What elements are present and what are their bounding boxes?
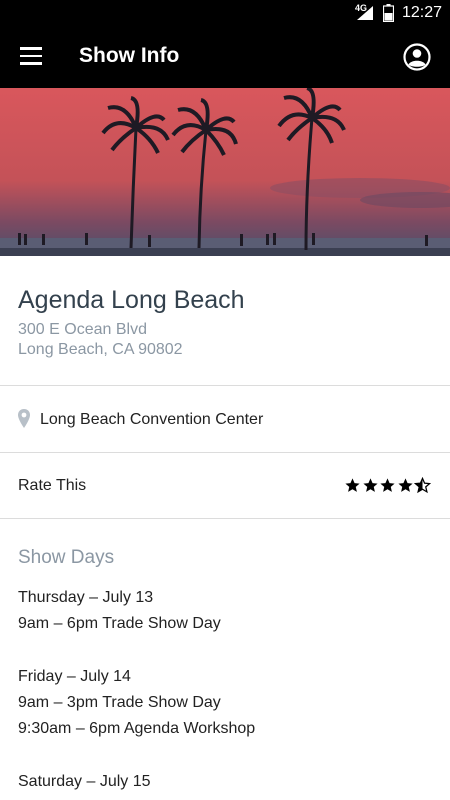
address-line-2[interactable]: Long Beach, CA 90802	[18, 341, 183, 359]
star-half-icon[interactable]	[414, 477, 431, 494]
day-title: Saturday – July 15	[18, 773, 151, 790]
page-title: Show Info	[79, 44, 180, 67]
star-rating[interactable]	[344, 477, 432, 494]
status-bar: 4G 12:27	[0, 0, 450, 26]
app-bar: Show Info	[0, 26, 450, 88]
day-title: Friday – July 14	[18, 668, 131, 685]
rating-row: Rate This	[0, 454, 450, 519]
event-line: 9am – 3pm Trade Show Day	[18, 694, 221, 711]
hamburger-menu-icon[interactable]	[20, 47, 42, 65]
day-title: Thursday – July 13	[18, 589, 154, 606]
address-line-1[interactable]: 300 E Ocean Blvd	[18, 321, 147, 339]
show-days-section: Show Days Thursday – July 13 9am – 6pm T…	[0, 520, 450, 800]
star-full-icon[interactable]	[379, 477, 396, 494]
battery-icon	[383, 4, 394, 22]
venue-row[interactable]: Long Beach Convention Center	[0, 387, 450, 453]
venue-name: Long Beach Convention Center	[40, 411, 264, 428]
event-line: 9:30am – 6pm Agenda Workshop	[18, 720, 256, 737]
location-pin-icon	[18, 409, 30, 428]
account-circle-icon[interactable]	[402, 42, 432, 72]
rate-label: Rate This	[18, 477, 87, 494]
show-name: Agenda Long Beach	[18, 286, 245, 314]
star-full-icon[interactable]	[362, 477, 379, 494]
signal-icon	[357, 6, 373, 20]
star-full-icon[interactable]	[344, 477, 361, 494]
event-line: 9am – 6pm Trade Show Day	[18, 615, 221, 632]
section-heading: Show Days	[18, 547, 115, 568]
star-full-icon[interactable]	[397, 477, 414, 494]
clock: 12:27	[402, 4, 443, 21]
hero-image	[0, 88, 450, 256]
show-info: Agenda Long Beach 300 E Ocean Blvd Long …	[0, 256, 450, 386]
